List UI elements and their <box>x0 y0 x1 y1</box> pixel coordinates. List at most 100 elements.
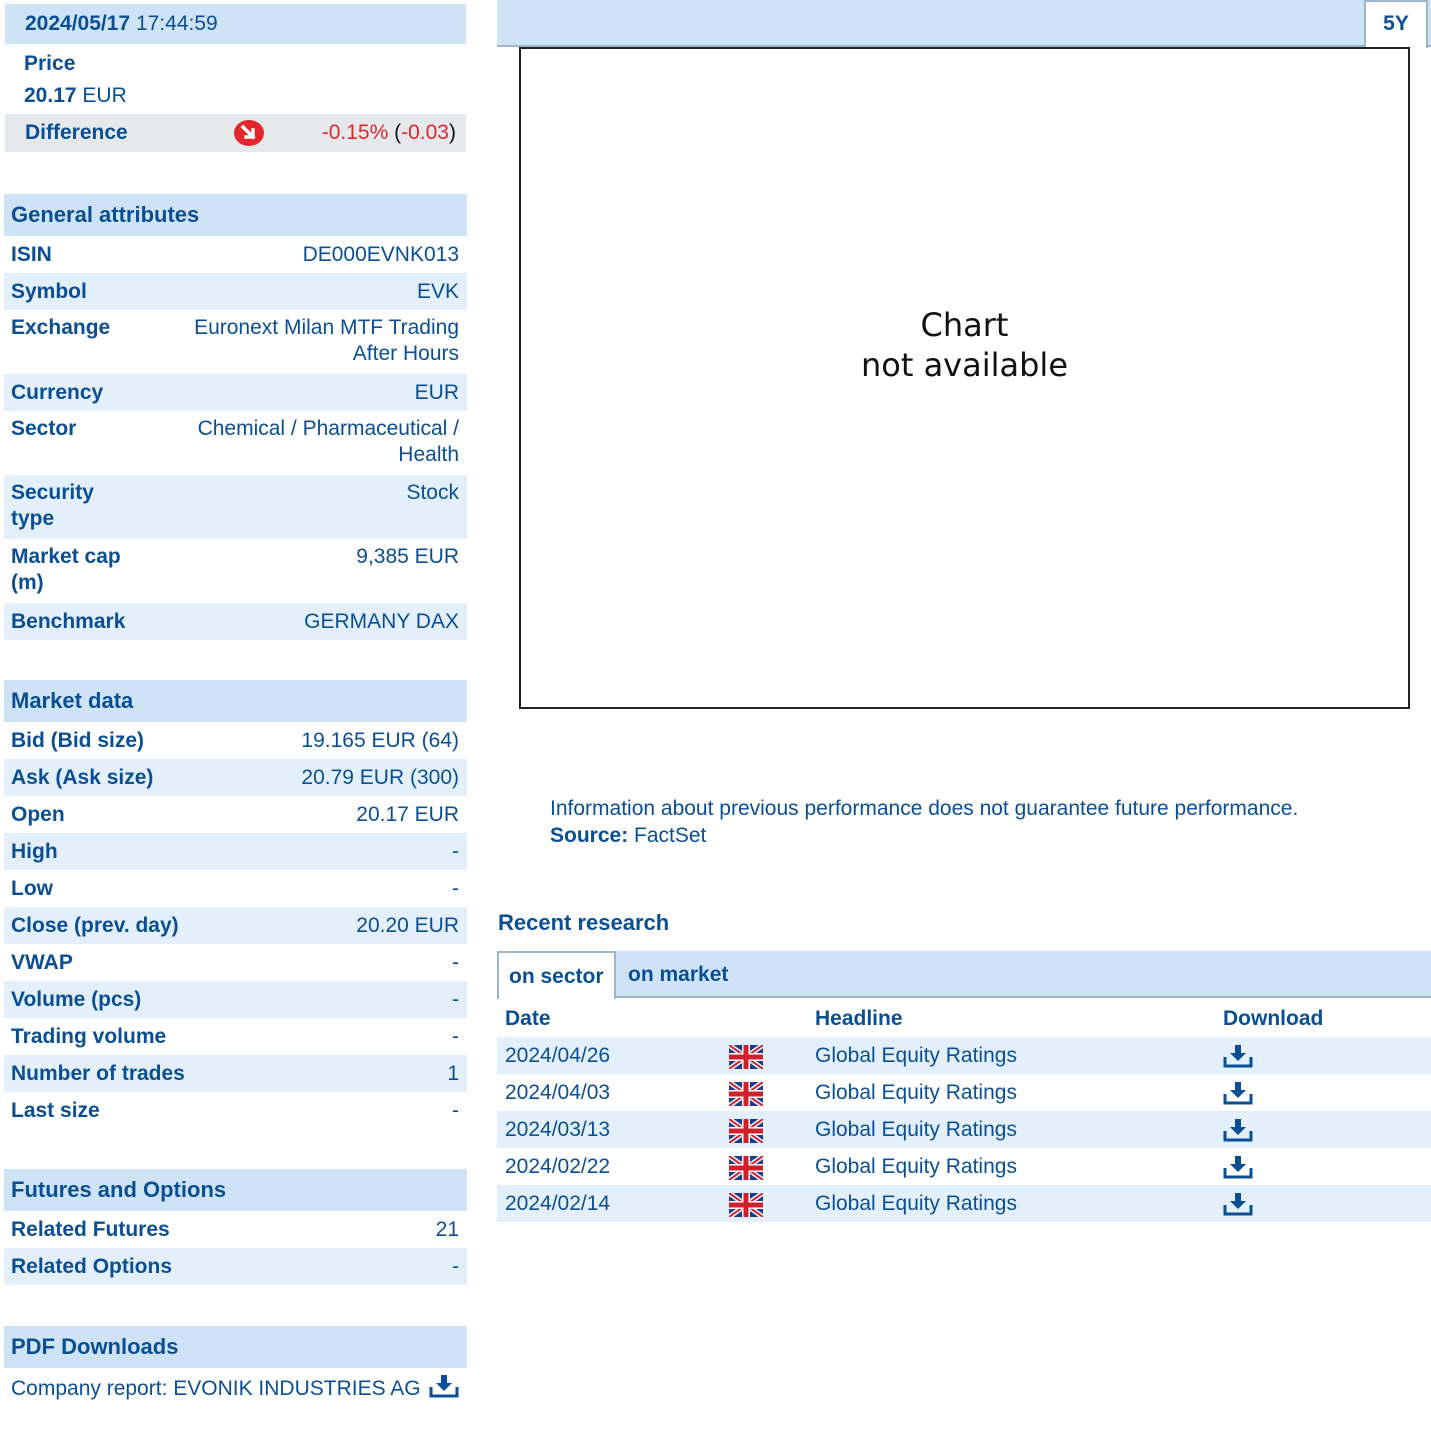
attr-value: Euronext Milan MTF Trading After Hours <box>194 316 459 365</box>
market-data-value: 20.20 EUR <box>356 914 459 937</box>
research-headline-link[interactable]: Global Equity Ratings <box>815 1185 1017 1222</box>
quote-timestamp: 2024/05/17 17:44:59 <box>5 4 466 44</box>
attr-row-market-cap: Market cap (m) 9,385 EUR <box>4 539 467 603</box>
source-value: FactSet <box>634 824 707 847</box>
market-data-row: Trading volume - <box>4 1018 467 1055</box>
market-data-value: - <box>452 951 459 974</box>
attr-label: Benchmark <box>11 610 126 633</box>
research-row: 2024/03/13 Global Equity Ratings <box>497 1111 1431 1148</box>
market-data-value: - <box>452 1099 459 1122</box>
attr-row-benchmark: Benchmark GERMANY DAX <box>4 603 467 640</box>
market-data-value: 20.17 EUR <box>356 803 459 826</box>
market-data-row: Ask (Ask size) 20.79 EUR (300) <box>4 759 467 796</box>
market-data-row: VWAP - <box>4 944 467 981</box>
difference-pct: -0.15% <box>321 121 389 144</box>
market-data-label: Close (prev. day) <box>11 914 179 937</box>
attr-label: ISIN <box>11 243 52 266</box>
price-value: 20.17 <box>24 84 77 107</box>
market-data-label: Ask (Ask size) <box>11 766 154 789</box>
market-data-value: - <box>452 1025 459 1048</box>
market-data-row: Bid (Bid size) 19.165 EUR (64) <box>4 722 467 759</box>
pdf-downloads-panel: PDF Downloads Company report: EVONIK IND… <box>4 1326 467 1428</box>
attr-value: DE000EVNK013 <box>302 243 459 266</box>
research-date: 2024/03/13 <box>505 1118 611 1141</box>
attr-value: 9,385 EUR <box>356 545 459 568</box>
attr-row-sector: Sector Chemical / Pharmaceutical / Healt… <box>4 411 467 475</box>
column-header-download: Download <box>1223 1007 1324 1030</box>
attr-value: GERMANY DAX <box>304 610 459 633</box>
general-attributes-table: ISIN DE000EVNK013 Symbol EVK Exchange Eu… <box>4 236 467 640</box>
difference-row: Difference -0.15% (-0.03) <box>5 114 466 152</box>
download-icon[interactable] <box>1222 1191 1254 1228</box>
related-options-row: Related Options - <box>4 1248 467 1285</box>
research-date: 2024/02/22 <box>505 1155 611 1178</box>
uk-flag-icon <box>729 1192 763 1229</box>
research-headline-link[interactable]: Global Equity Ratings <box>815 1148 1017 1185</box>
tab-on-sector[interactable]: on sector <box>497 951 616 999</box>
market-data-value: - <box>452 840 459 863</box>
market-data-label: Number of trades <box>11 1062 185 1085</box>
market-data-label: VWAP <box>11 951 73 974</box>
attr-label: Exchange <box>11 316 111 339</box>
market-data-value: 1 <box>447 1062 459 1085</box>
related-futures-row[interactable]: Related Futures 21 <box>4 1211 467 1248</box>
research-date: 2024/04/03 <box>505 1081 611 1104</box>
market-data-label: Low <box>11 877 53 900</box>
disclaimer-text: Information about previous performance d… <box>550 797 1299 820</box>
market-data-panel: Market data Bid (Bid size) 19.165 EUR (64… <box>4 680 467 1129</box>
market-data-label: Last size <box>11 1099 100 1122</box>
research-table: Date Headline Download 2024/04/26 Global … <box>497 1000 1431 1222</box>
download-icon[interactable] <box>428 1374 460 1404</box>
research-row: 2024/02/14 Global Equity Ratings <box>497 1185 1431 1222</box>
market-data-title: Market data <box>4 680 467 722</box>
research-headline-link[interactable]: Global Equity Ratings <box>815 1037 1017 1074</box>
attr-label: Market cap (m) <box>11 545 121 594</box>
research-header-row: Date Headline Download <box>497 1000 1431 1037</box>
related-futures-label[interactable]: Related Futures <box>11 1211 170 1248</box>
difference-label: Difference <box>25 121 128 144</box>
research-headline-link[interactable]: Global Equity Ratings <box>815 1111 1017 1148</box>
market-data-row: Volume (pcs) - <box>4 981 467 1018</box>
attr-row-isin: ISIN DE000EVNK013 <box>4 236 467 273</box>
general-attributes-title: General attributes <box>4 194 467 236</box>
related-futures-value[interactable]: 21 <box>436 1211 459 1248</box>
research-tabs: on sector on market <box>497 951 1431 999</box>
market-data-row: Number of trades 1 <box>4 1055 467 1092</box>
column-header-date: Date <box>505 1007 551 1030</box>
pdf-downloads-title: PDF Downloads <box>4 1326 467 1368</box>
difference-abs: -0.03 <box>401 121 449 144</box>
attr-label: Symbol <box>11 280 87 303</box>
related-options-label: Related Options <box>11 1255 173 1278</box>
source-label: Source: <box>550 824 629 847</box>
market-data-row: Low - <box>4 870 467 907</box>
market-data-label: Open <box>11 803 65 826</box>
market-data-value: 19.165 EUR (64) <box>301 729 459 752</box>
attr-row-security-type: Security type Stock <box>4 475 467 539</box>
chart-unavailable-message: Chart not available <box>519 305 1410 385</box>
market-data-value: - <box>452 988 459 1011</box>
tab-5y[interactable]: 5Y <box>1364 0 1428 48</box>
price-block: Price 20.17 EUR <box>24 48 127 112</box>
research-headline-link[interactable]: Global Equity Ratings <box>815 1074 1017 1111</box>
attr-label: Security type <box>11 481 94 530</box>
futures-options-title: Futures and Options <box>4 1169 467 1211</box>
pdf-download-item[interactable]: Company report: EVONIK INDUSTRIES AG <box>4 1368 467 1428</box>
price-currency: EUR <box>82 84 127 107</box>
chart-message-line1: Chart <box>920 306 1009 344</box>
attr-value: EVK <box>416 280 459 303</box>
market-data-label: High <box>11 840 58 863</box>
research-row: 2024/02/22 Global Equity Ratings <box>497 1148 1431 1185</box>
attr-label: Currency <box>11 381 104 404</box>
market-data-row: Close (prev. day) 20.20 EUR <box>4 907 467 944</box>
attr-value: Chemical / Pharmaceutical / Health <box>197 417 459 466</box>
attr-value: EUR <box>414 381 459 404</box>
tab-on-market[interactable]: on market <box>618 951 738 998</box>
disclaimer: Information about previous performance d… <box>550 795 1298 849</box>
related-options-value: - <box>452 1255 459 1278</box>
quote-time: 17:44:59 <box>135 12 218 35</box>
market-data-row: Last size - <box>4 1092 467 1129</box>
attr-row-symbol: Symbol EVK <box>4 273 467 310</box>
column-header-headline: Headline <box>815 1007 903 1030</box>
research-date: 2024/02/14 <box>505 1192 611 1215</box>
company-report-link[interactable]: Company report: EVONIK INDUSTRIES AG <box>11 1376 421 1401</box>
